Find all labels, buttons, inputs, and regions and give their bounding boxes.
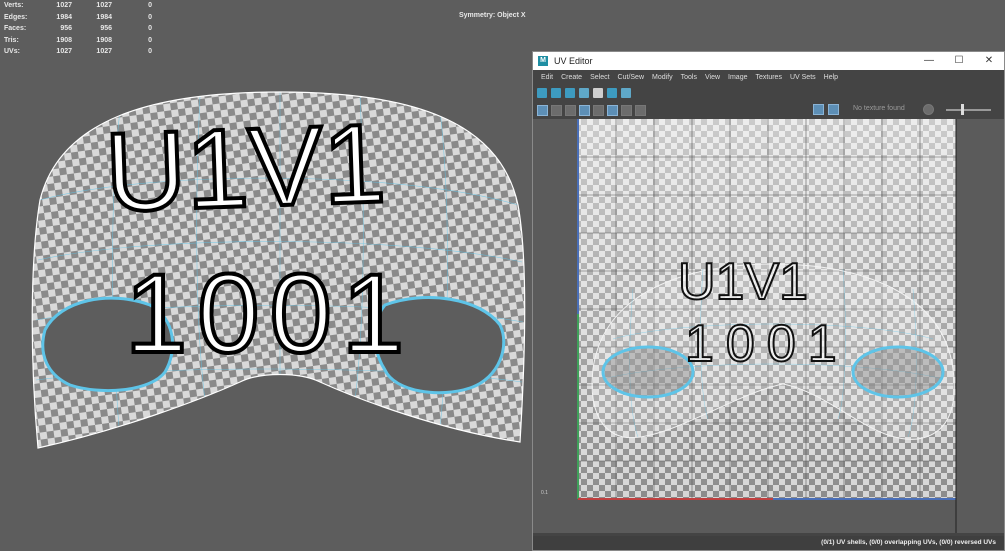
rotate-icon[interactable] xyxy=(565,87,575,98)
unfold-icon[interactable] xyxy=(593,87,603,98)
menu-modify[interactable]: Modify xyxy=(652,74,673,81)
maximize-button[interactable]: ☐ xyxy=(944,52,974,70)
uv-editor-titlebar[interactable]: M UV Editor — ☐ ✕ xyxy=(533,52,1004,70)
flip-u-icon[interactable] xyxy=(537,87,547,98)
uv-coord-label: 0.1 xyxy=(541,490,548,496)
dim-image-icon[interactable] xyxy=(579,104,590,116)
uv-status-bar: (0/1) UV shells, (0/0) overlapping UVs, … xyxy=(533,536,1004,550)
menu-help[interactable]: Help xyxy=(824,74,838,81)
uv-editor-menubar: Edit Create Select Cut/Sew Modify Tools … xyxy=(533,70,1004,84)
pin-icon[interactable] xyxy=(621,87,631,98)
image-display-icon[interactable] xyxy=(813,104,824,115)
checker-map-icon[interactable] xyxy=(607,104,618,116)
menu-cut-sew[interactable]: Cut/Sew xyxy=(618,74,644,81)
layout-icon[interactable] xyxy=(607,87,617,98)
viewport-mask-model[interactable]: U1V1 1001 xyxy=(0,0,540,551)
uv-text-bottom: 1001 xyxy=(685,315,849,373)
exposure-slider-track[interactable] xyxy=(946,109,991,111)
menu-uv-sets[interactable]: UV Sets xyxy=(790,74,816,81)
checker-toggle-icon[interactable] xyxy=(828,104,839,115)
menu-create[interactable]: Create xyxy=(561,74,582,81)
uv-text-top: U1V1 xyxy=(678,253,808,311)
window-title: UV Editor xyxy=(554,56,593,66)
menu-textures[interactable]: Textures xyxy=(756,74,782,81)
uv-editor-window[interactable]: M UV Editor — ☐ ✕ Edit Create Select Cut… xyxy=(532,51,1005,551)
menu-select[interactable]: Select xyxy=(590,74,609,81)
uv-grid-svg[interactable]: U1V1 1001 xyxy=(533,119,1004,533)
uv-distortion-icon[interactable] xyxy=(593,104,604,116)
uv-left-eye xyxy=(601,345,695,399)
exposure-icon[interactable] xyxy=(923,104,934,115)
shell-borders-icon[interactable] xyxy=(565,104,576,116)
close-button[interactable]: ✕ xyxy=(974,52,1004,70)
shaded-icon[interactable] xyxy=(621,104,632,116)
uv-canvas[interactable]: U1V1 1001 0.1 xyxy=(533,119,1004,533)
uv-toolbar-row2: No texture found xyxy=(533,101,1004,120)
flip-v-icon[interactable] xyxy=(551,87,561,98)
maya-app-icon: M xyxy=(538,56,548,66)
grid-toggle-icon[interactable] xyxy=(537,104,548,116)
menu-tools[interactable]: Tools xyxy=(681,74,697,81)
minimize-button[interactable]: — xyxy=(914,52,944,70)
no-texture-label: No texture found xyxy=(853,105,905,112)
mask-text-bottom: 1001 xyxy=(125,251,414,376)
straighten-icon[interactable] xyxy=(579,87,589,98)
menu-image[interactable]: Image xyxy=(728,74,747,81)
mask-text-top: U1V1 xyxy=(103,100,387,235)
menu-view[interactable]: View xyxy=(705,74,720,81)
texture-borders-icon[interactable] xyxy=(551,104,562,116)
uv-right-eye xyxy=(851,345,945,399)
uv-toolbar-row1 xyxy=(533,84,1004,101)
snapshot-icon[interactable] xyxy=(635,104,646,116)
exposure-slider-knob[interactable] xyxy=(961,104,964,115)
menu-edit[interactable]: Edit xyxy=(541,74,553,81)
